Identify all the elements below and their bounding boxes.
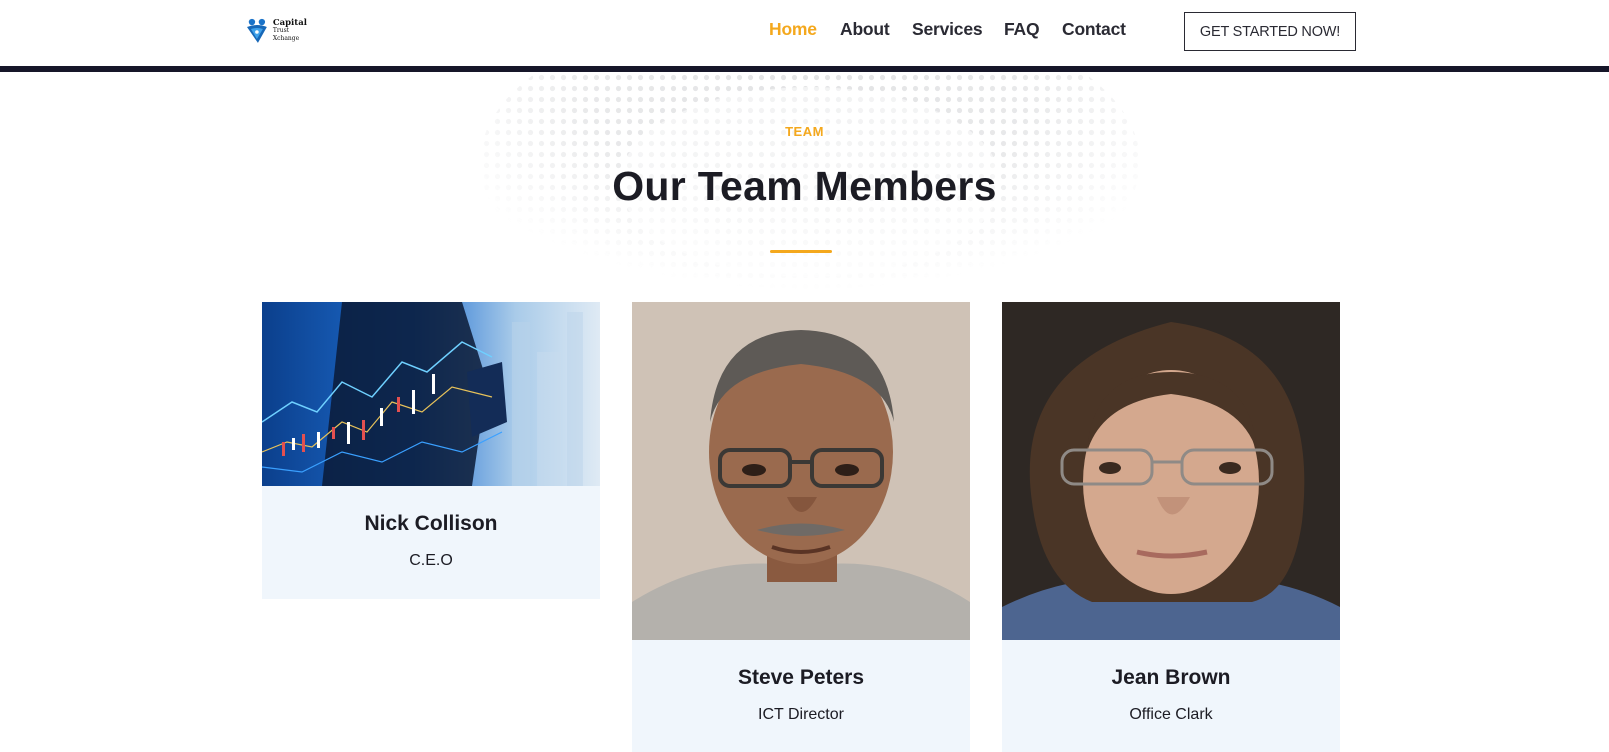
woman-with-glasses-portrait [1002,302,1340,640]
nav-contact[interactable]: Contact [1062,19,1126,40]
member-role: Office Clark [1129,706,1213,723]
team-card[interactable]: Nick Collison C.E.O [262,302,600,599]
logo-text: Capital Trust Xchange [273,19,317,43]
member-name: Steve Peters [737,666,865,689]
nav-services[interactable]: Services [912,19,983,40]
member-role: C.E.O [409,552,453,569]
nav-home[interactable]: Home [769,19,817,40]
section-eyebrow: TEAM [785,124,824,139]
site-header: Capital Trust Xchange Home About Service… [0,0,1609,66]
member-name: Jean Brown [1111,666,1231,689]
team-card[interactable]: Jean Brown Office Clark [1002,302,1340,752]
get-started-button[interactable]: GET STARTED NOW! [1184,12,1356,51]
team-card[interactable]: Steve Peters ICT Director [632,302,970,752]
nav-faq[interactable]: FAQ [1004,19,1040,40]
section-title: Our Team Members [612,163,997,209]
nav-about[interactable]: About [840,19,890,40]
member-role: ICT Director [758,706,844,723]
title-underline [770,250,832,253]
man-with-glasses-portrait [632,302,970,640]
logo-icon [246,18,267,43]
logo-line2: Trust Xchange [272,27,300,42]
logo-line1: Capital [272,18,307,28]
stock-market-chart-photo [262,302,600,486]
member-name: Nick Collison [364,512,498,535]
logo[interactable]: Capital Trust Xchange [245,16,317,46]
